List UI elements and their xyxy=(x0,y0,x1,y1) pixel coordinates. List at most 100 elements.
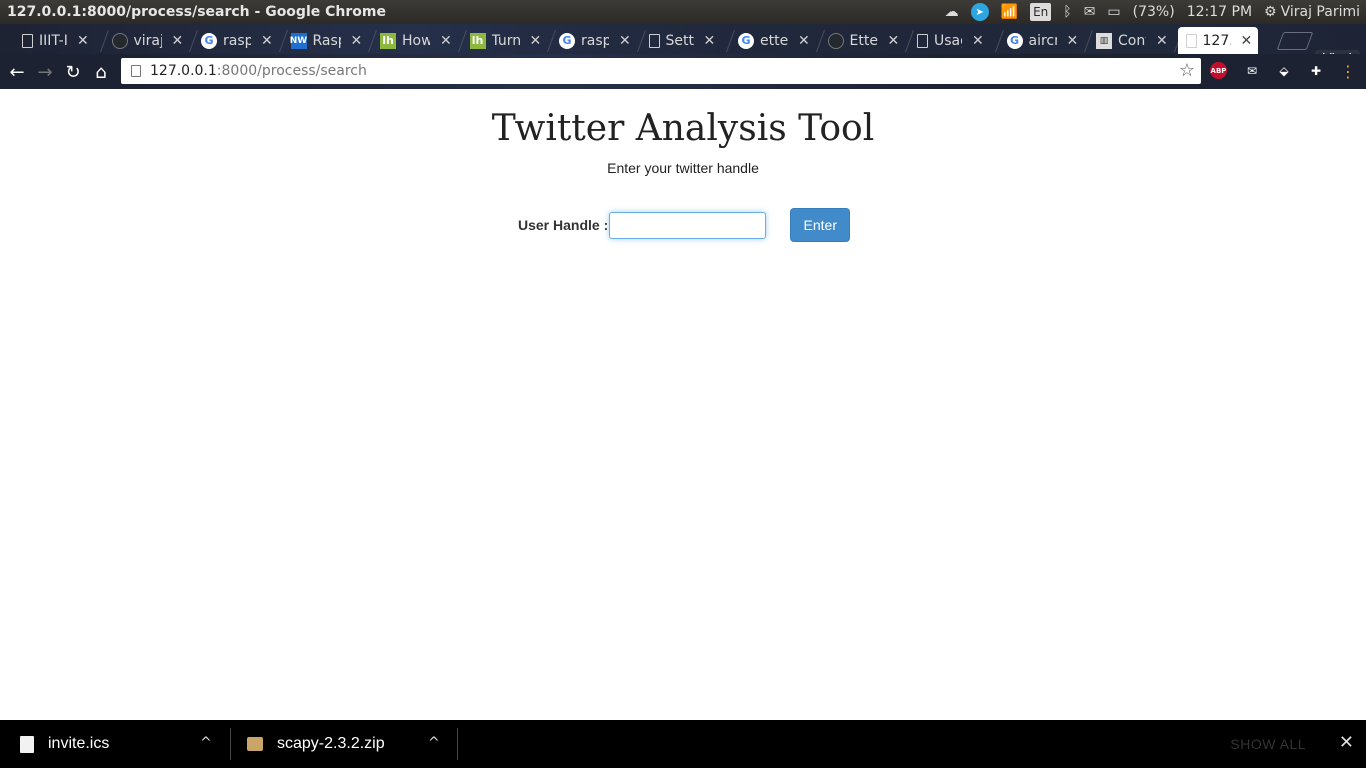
wifi-icon[interactable]: 📶 xyxy=(1001,0,1018,24)
browser-tab[interactable]: 127. ✕ xyxy=(1177,27,1259,54)
close-icon[interactable]: ✕ xyxy=(888,33,900,49)
browser-tab[interactable]: viraj ✕ xyxy=(111,27,184,54)
url-text[interactable]: 127.0.0.1:8000/process/search xyxy=(150,63,367,79)
cloud-icon[interactable]: ☁ xyxy=(945,0,959,24)
tab-label: Turn xyxy=(491,32,520,49)
download-name: scapy-2.3.2.zip xyxy=(277,735,385,752)
browser-tab[interactable]: ▥ Cont ✕ xyxy=(1096,27,1168,54)
close-icon[interactable]: ✕ xyxy=(798,33,810,49)
browser-tab[interactable]: Gette ✕ xyxy=(738,27,810,54)
back-icon[interactable]: ← xyxy=(5,60,29,84)
handle-input[interactable] xyxy=(609,211,767,239)
extension-plus-icon[interactable]: ✚ xyxy=(1306,61,1326,81)
forward-icon[interactable]: → xyxy=(33,60,57,84)
pocket-icon[interactable]: ⬙ xyxy=(1274,61,1294,81)
doc-icon xyxy=(648,33,660,48)
divider xyxy=(230,728,231,760)
tab-label: Usag xyxy=(934,32,962,49)
close-icon[interactable]: ✕ xyxy=(1241,33,1253,49)
gear-icon[interactable]: ⚙ xyxy=(1264,0,1277,24)
page-info-icon[interactable] xyxy=(131,65,141,77)
new-tab-button[interactable] xyxy=(1276,32,1314,50)
bookmark-star-icon[interactable]: ☆ xyxy=(1179,60,1195,81)
tab-label: Cont xyxy=(1118,32,1146,49)
handle-form: User Handle : Enter xyxy=(518,208,851,242)
tab-divider xyxy=(994,30,1004,52)
keyboard-layout-indicator[interactable]: En xyxy=(1030,3,1052,21)
zip-icon xyxy=(247,737,263,751)
browser-tab[interactable]: IIIT-I ✕ xyxy=(22,27,89,54)
close-icon[interactable]: ✕ xyxy=(619,33,631,49)
page-subtitle: Enter your twitter handle xyxy=(607,160,759,176)
close-icon[interactable]: ✕ xyxy=(704,33,716,49)
google-icon: G xyxy=(559,32,575,49)
tab-divider xyxy=(188,30,199,52)
download-item[interactable]: invite.ics xyxy=(20,720,109,768)
doc-icon xyxy=(917,33,928,48)
tab-divider xyxy=(278,30,288,52)
close-icon[interactable]: ✕ xyxy=(172,33,184,49)
book-icon: ▥ xyxy=(1096,32,1112,49)
tab-divider xyxy=(457,30,467,52)
close-icon[interactable]: ✕ xyxy=(261,33,273,49)
tab-label: rasp xyxy=(581,32,609,49)
browser-tab[interactable]: lh Turn ✕ xyxy=(469,27,542,54)
browser-tab[interactable]: Ette ✕ xyxy=(827,27,900,54)
browser-tab[interactable]: Usag ✕ xyxy=(917,27,984,54)
gmail-icon[interactable]: ✉ xyxy=(1242,61,1262,81)
chevron-up-icon[interactable]: ^ xyxy=(428,735,440,751)
close-icon[interactable]: ✕ xyxy=(530,33,542,49)
reload-icon[interactable]: ↻ xyxy=(61,60,85,84)
downloads-bar: invite.ics ^ scapy-2.3.2.zip ^ SHOW ALL … xyxy=(0,720,1366,768)
handle-label: User Handle : xyxy=(518,217,609,233)
close-icon[interactable]: ✕ xyxy=(1067,33,1079,49)
tab-label: Sett xyxy=(665,32,694,49)
tab-label: rasp xyxy=(223,32,251,49)
tab-label: Rasp xyxy=(312,32,341,49)
tab-divider xyxy=(99,30,109,52)
close-icon[interactable]: ✕ xyxy=(1156,33,1168,49)
adblock-icon[interactable]: ABP xyxy=(1210,62,1227,79)
show-all-button[interactable]: SHOW ALL xyxy=(1230,736,1306,752)
close-icon[interactable]: ✕ xyxy=(440,33,452,49)
telegram-icon[interactable]: ➤ xyxy=(970,0,989,24)
close-icon[interactable]: ✕ xyxy=(972,33,984,49)
close-icon[interactable]: ✕ xyxy=(1339,732,1354,753)
window-title: 127.0.0.1:8000/process/search - Google C… xyxy=(7,4,386,20)
browser-tab[interactable]: Grasp ✕ xyxy=(201,27,273,54)
bluetooth-icon[interactable]: ᛒ xyxy=(1063,0,1071,24)
battery-icon[interactable]: ▭ xyxy=(1107,0,1120,24)
browser-tab[interactable]: NW Rasp ✕ xyxy=(290,27,363,54)
tab-divider xyxy=(1083,30,1094,52)
nw-icon: NW xyxy=(290,32,307,49)
close-icon[interactable]: ✕ xyxy=(77,33,89,49)
browser-tab[interactable]: Gaircr ✕ xyxy=(1006,27,1079,54)
google-icon: G xyxy=(738,32,754,49)
user-name[interactable]: Viraj Parimi xyxy=(1281,0,1360,24)
system-tray: ☁ ➤ 📶 En ᛒ ✉ ▭ (73%) 12:17 PM ⚙ Viraj Pa… xyxy=(945,0,1366,24)
address-bar[interactable]: 127.0.0.1:8000/process/search ☆ xyxy=(121,58,1201,84)
home-icon[interactable]: ⌂ xyxy=(89,60,113,84)
menu-icon[interactable]: ⋮ xyxy=(1338,61,1358,81)
clock[interactable]: 12:17 PM xyxy=(1187,0,1252,24)
browser-tab[interactable]: lh How ✕ xyxy=(380,27,452,54)
divider xyxy=(457,728,458,760)
doc-icon xyxy=(1185,33,1197,48)
tab-divider xyxy=(367,30,378,52)
tab-strip: IIIT-I✕viraj✕Grasp✕NWRasp✕lhHow✕lhTurn✕G… xyxy=(0,24,1366,70)
tab-divider xyxy=(815,30,825,52)
browser-tab[interactable]: Sett ✕ xyxy=(648,27,716,54)
chevron-up-icon[interactable]: ^ xyxy=(200,735,212,751)
mail-icon[interactable]: ✉ xyxy=(1084,0,1096,24)
page-content: Twitter Analysis Tool Enter your twitter… xyxy=(0,89,1366,720)
close-icon[interactable]: ✕ xyxy=(351,33,363,49)
tab-divider xyxy=(636,30,646,52)
os-top-bar: 127.0.0.1:8000/process/search - Google C… xyxy=(0,0,1366,24)
tab-label: Ette xyxy=(849,32,878,49)
battery-percent[interactable]: (73%) xyxy=(1133,0,1175,24)
download-name: invite.ics xyxy=(48,735,110,752)
download-item[interactable]: scapy-2.3.2.zip xyxy=(247,720,385,768)
browser-tab[interactable]: Grasp ✕ xyxy=(559,27,631,54)
tab-label: IIIT-I xyxy=(39,32,67,49)
enter-button[interactable]: Enter xyxy=(790,208,851,242)
